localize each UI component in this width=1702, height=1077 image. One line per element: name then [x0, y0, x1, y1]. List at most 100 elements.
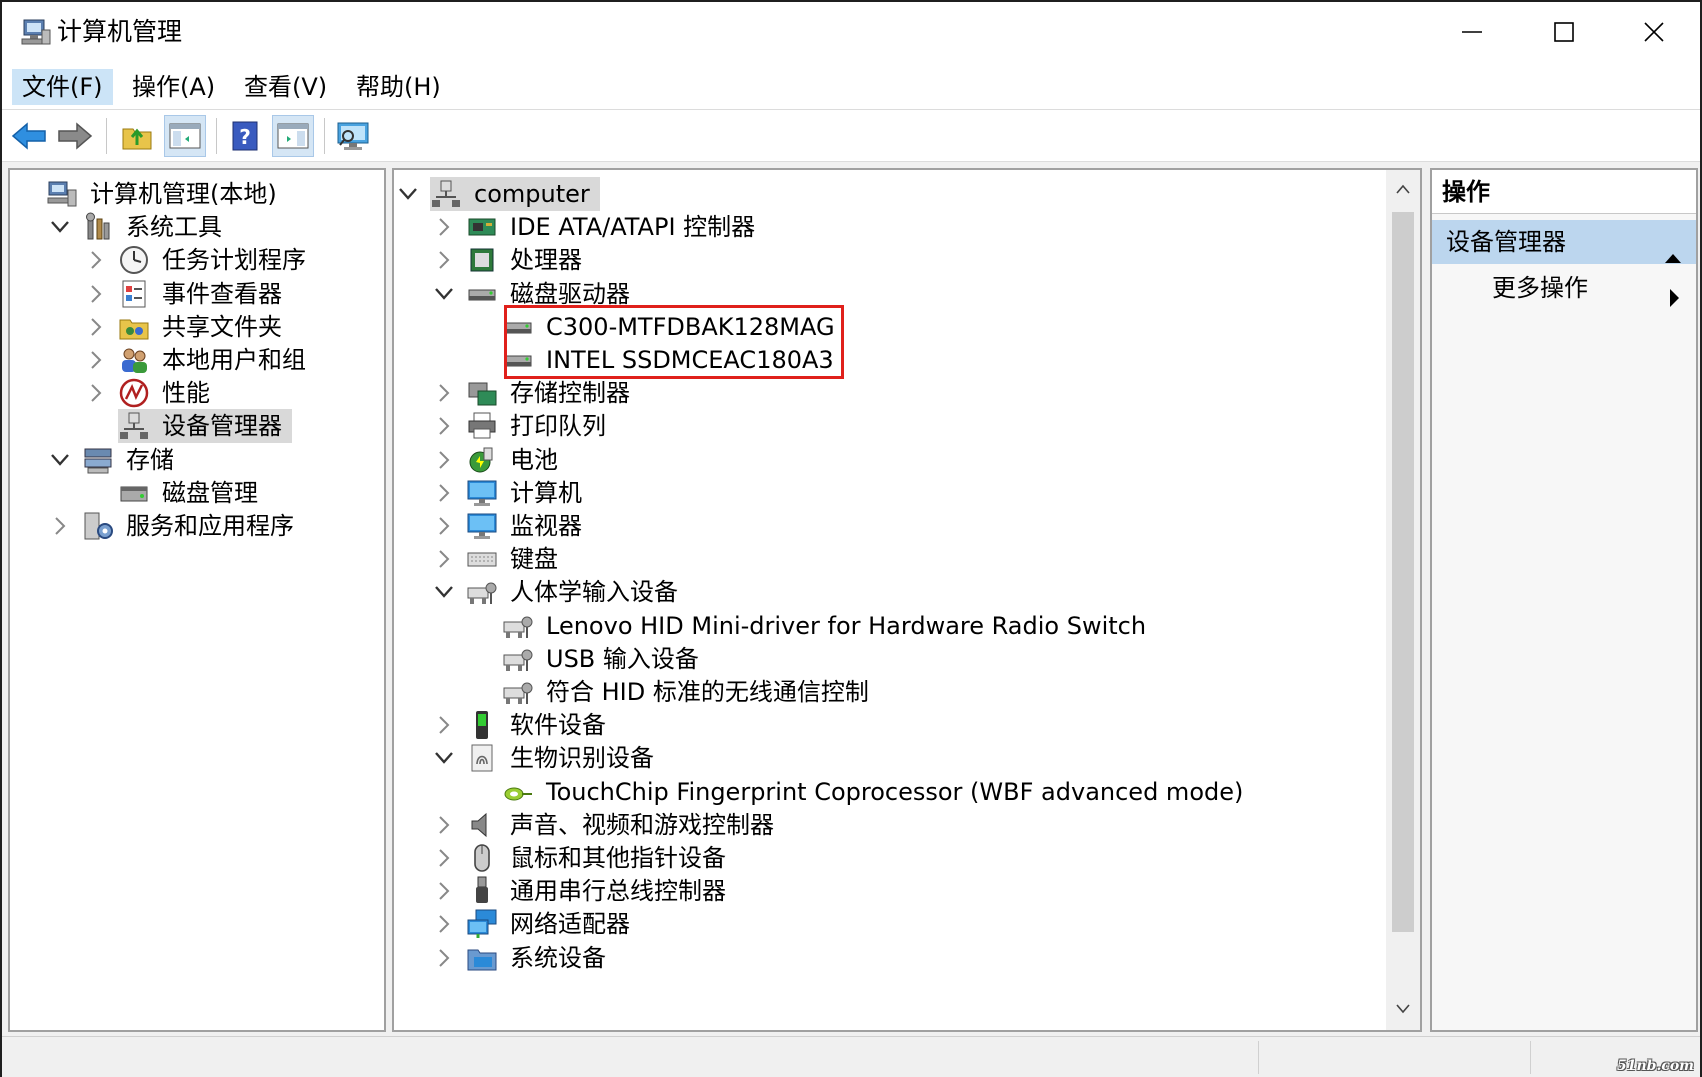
tree-item-content[interactable]: 打印队列 [466, 409, 616, 443]
tree-item-content[interactable]: 监视器 [466, 509, 592, 543]
tree-item-content[interactable]: 符合 HID 标准的无线通信控制 [502, 675, 879, 709]
show-hide-action-pane-button[interactable] [272, 115, 314, 157]
tree-item-6[interactable]: 性能 [84, 375, 220, 411]
tree-item-10[interactable]: 服务和应用程序 [48, 508, 304, 544]
close-button[interactable] [1608, 2, 1700, 62]
tree-item-content[interactable]: USB 输入设备 [502, 642, 709, 676]
expand-toggle[interactable] [432, 846, 456, 870]
tree-item-content[interactable]: 性能 [118, 376, 220, 410]
tree-item-20[interactable]: 鼠标和其他指针设备 [432, 840, 736, 876]
tree-item-15[interactable]: 符合 HID 标准的无线通信控制 [468, 674, 879, 710]
expand-toggle[interactable] [432, 879, 456, 903]
expand-toggle[interactable] [432, 448, 456, 472]
tree-item-21[interactable]: 通用串行总线控制器 [432, 873, 736, 909]
menu-file[interactable]: 文件(F) [12, 69, 113, 105]
tree-item-content[interactable]: 鼠标和其他指针设备 [466, 841, 736, 875]
tree-item-13[interactable]: Lenovo HID Mini-driver for Hardware Radi… [468, 608, 1156, 644]
collapse-toggle[interactable] [48, 448, 72, 472]
tree-item-0[interactable]: 计算机管理(本地) [12, 176, 287, 212]
back-button[interactable] [8, 115, 50, 157]
collapse-toggle[interactable] [432, 580, 456, 604]
tree-item-16[interactable]: 软件设备 [432, 707, 616, 743]
scroll-up-button[interactable] [1386, 172, 1420, 206]
collapse-toggle[interactable] [396, 182, 420, 206]
tree-item-content[interactable]: 共享文件夹 [118, 310, 292, 344]
tree-item-content[interactable]: 键盘 [466, 542, 568, 576]
tree-item-22[interactable]: 网络适配器 [432, 906, 640, 942]
expand-toggle[interactable] [84, 315, 108, 339]
scan-hardware-button[interactable] [332, 115, 374, 157]
tree-item-content[interactable]: 任务计划程序 [118, 243, 316, 277]
show-hide-console-tree-button[interactable] [164, 115, 206, 157]
up-folder-button[interactable] [116, 115, 158, 157]
tree-item-4[interactable]: 共享文件夹 [84, 309, 292, 345]
tree-item-content[interactable]: 网络适配器 [466, 907, 640, 941]
tree-item-9[interactable]: 计算机 [432, 475, 592, 511]
tree-item-8[interactable]: 存储 [48, 442, 184, 478]
tree-item-content[interactable]: 设备管理器 [118, 409, 292, 444]
tree-item-content[interactable]: 事件查看器 [118, 277, 292, 311]
tree-item-12[interactable]: 人体学输入设备 [432, 574, 688, 610]
tree-item-content[interactable]: IDE ATA/ATAPI 控制器 [466, 210, 765, 244]
tree-item-23[interactable]: 系统设备 [432, 940, 616, 976]
expand-toggle[interactable] [84, 282, 108, 306]
scrollbar-thumb[interactable] [1392, 212, 1414, 932]
tree-item-content[interactable]: Lenovo HID Mini-driver for Hardware Radi… [502, 609, 1156, 643]
tree-item-2[interactable]: 处理器 [432, 242, 592, 278]
expand-toggle[interactable] [432, 813, 456, 837]
tree-item-3[interactable]: 事件查看器 [84, 276, 292, 312]
tree-item-7[interactable]: 设备管理器 [84, 408, 292, 444]
expand-toggle[interactable] [432, 912, 456, 936]
collapse-toggle[interactable] [432, 282, 456, 306]
tree-item-content[interactable]: 电池 [466, 443, 568, 477]
menu-action[interactable]: 操作(A) [122, 69, 225, 105]
tree-item-content[interactable]: 生物识别设备 [466, 741, 664, 775]
collapse-toggle[interactable] [48, 215, 72, 239]
menu-view[interactable]: 查看(V) [234, 69, 337, 105]
tree-item-content[interactable]: 通用串行总线控制器 [466, 874, 736, 908]
tree-item-content[interactable]: 软件设备 [466, 708, 616, 742]
expand-toggle[interactable] [432, 946, 456, 970]
tree-item-content[interactable]: 存储 [82, 443, 184, 477]
expand-toggle[interactable] [432, 248, 456, 272]
collapse-toggle[interactable] [432, 746, 456, 770]
tree-item-8[interactable]: 电池 [432, 442, 568, 478]
maximize-button[interactable] [1518, 2, 1610, 62]
expand-toggle[interactable] [84, 248, 108, 272]
tree-item-6[interactable]: 存储控制器 [432, 375, 640, 411]
expand-toggle[interactable] [432, 215, 456, 239]
vertical-scrollbar[interactable] [1386, 170, 1420, 1030]
tree-item-11[interactable]: 键盘 [432, 541, 568, 577]
tree-item-content[interactable]: 系统工具 [82, 210, 232, 244]
tree-item-10[interactable]: 监视器 [432, 508, 592, 544]
tree-item-content[interactable]: 存储控制器 [466, 376, 640, 410]
tree-item-content[interactable]: 本地用户和组 [118, 343, 316, 377]
tree-item-content[interactable]: 声音、视频和游戏控制器 [466, 808, 784, 842]
tree-item-0[interactable]: computer [396, 176, 600, 212]
tree-item-1[interactable]: 系统工具 [48, 209, 232, 245]
expand-toggle[interactable] [432, 414, 456, 438]
help-button[interactable]: ? [224, 115, 266, 157]
tree-item-content[interactable]: 计算机管理(本地) [46, 177, 287, 211]
tree-item-1[interactable]: IDE ATA/ATAPI 控制器 [432, 209, 765, 245]
expand-toggle[interactable] [432, 514, 456, 538]
tree-item-content[interactable]: 处理器 [466, 243, 592, 277]
tree-item-content[interactable]: TouchChip Fingerprint Coprocessor (WBF a… [502, 775, 1253, 809]
expand-toggle[interactable] [84, 381, 108, 405]
minimize-button[interactable] [1426, 2, 1518, 62]
expand-toggle[interactable] [432, 547, 456, 571]
expand-toggle[interactable] [432, 713, 456, 737]
expand-toggle[interactable] [432, 381, 456, 405]
menu-help[interactable]: 帮助(H) [346, 69, 451, 105]
tree-item-content[interactable]: 服务和应用程序 [82, 509, 304, 543]
tree-item-content[interactable]: computer [430, 177, 600, 211]
expand-toggle[interactable] [48, 514, 72, 538]
scroll-down-button[interactable] [1386, 992, 1420, 1026]
actions-section-device-manager[interactable]: 设备管理器 [1432, 220, 1696, 264]
tree-item-2[interactable]: 任务计划程序 [84, 242, 316, 278]
tree-item-content[interactable]: 计算机 [466, 476, 592, 510]
tree-item-18[interactable]: TouchChip Fingerprint Coprocessor (WBF a… [468, 774, 1253, 810]
tree-item-17[interactable]: 生物识别设备 [432, 740, 664, 776]
tree-item-content[interactable]: 系统设备 [466, 941, 616, 975]
tree-item-7[interactable]: 打印队列 [432, 408, 616, 444]
